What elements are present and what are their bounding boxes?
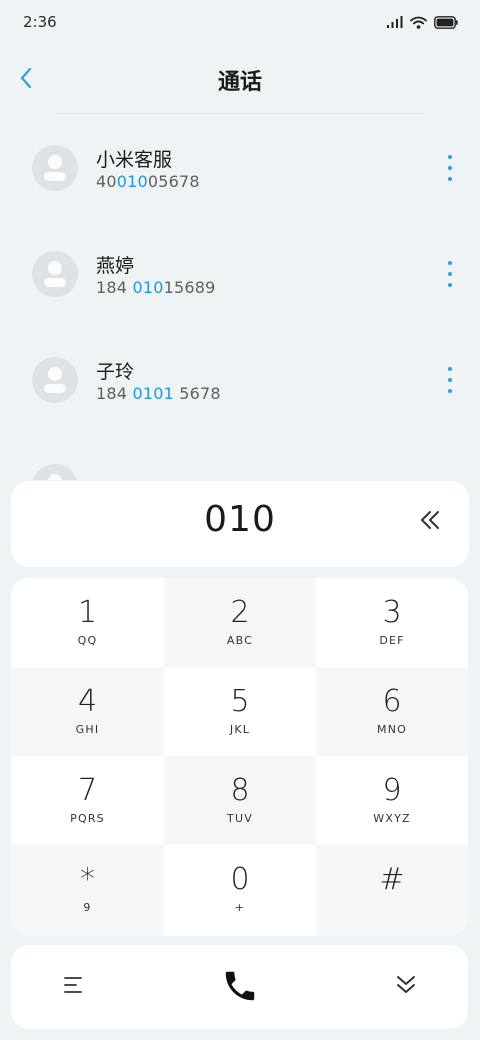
double-chevron-left-icon xyxy=(421,511,439,529)
more-vertical-icon xyxy=(448,261,452,265)
more-options-button[interactable] xyxy=(446,367,454,393)
key-4[interactable]: 4 GHI xyxy=(11,667,164,756)
more-options-button[interactable] xyxy=(446,155,454,181)
key-7[interactable]: 7 PQRS xyxy=(11,756,164,845)
key-letters: WXYZ xyxy=(373,812,411,825)
key-digit: 1 xyxy=(77,595,98,630)
key-letters: DEF xyxy=(379,634,405,647)
key-hash[interactable]: # xyxy=(316,845,468,936)
battery-icon xyxy=(434,15,458,29)
key-letters: JKL xyxy=(229,723,251,736)
phone-icon xyxy=(225,971,255,1001)
key-digit: 2 xyxy=(230,595,250,630)
key-digit: # xyxy=(379,862,405,897)
key-letters: GHI xyxy=(75,723,100,736)
avatar xyxy=(32,464,78,480)
key-2[interactable]: 2 ABC xyxy=(164,578,316,667)
key-letters: PQRS xyxy=(70,812,105,825)
avatar xyxy=(32,145,78,191)
key-star[interactable]: * 9 xyxy=(11,845,164,936)
key-0[interactable]: 0 + xyxy=(164,845,316,936)
contact-row[interactable] xyxy=(0,432,480,480)
collapse-keypad-button[interactable] xyxy=(394,972,418,998)
double-chevron-down-icon xyxy=(397,976,415,993)
contact-row[interactable]: 燕婷 184 01015689 xyxy=(0,220,480,326)
signal-icon xyxy=(387,16,403,28)
key-digit: 4 xyxy=(77,684,98,719)
more-options-button[interactable] xyxy=(446,261,454,287)
status-icons xyxy=(387,15,458,29)
contact-name: 燕婷 xyxy=(96,255,135,277)
avatar xyxy=(32,357,78,403)
key-digit: 5 xyxy=(230,684,250,719)
menu-button[interactable] xyxy=(63,974,85,996)
contact-number: 184 01015689 xyxy=(96,278,216,297)
dialer-action-bar xyxy=(11,945,468,1029)
page-title: 通话 xyxy=(217,70,262,95)
key-5[interactable]: 5 JKL xyxy=(164,667,316,756)
status-bar: 2:36 xyxy=(0,0,480,44)
key-letters: ABC xyxy=(226,634,254,647)
key-9[interactable]: 9 WXYZ xyxy=(316,756,468,845)
key-letters: QQ xyxy=(77,634,98,647)
avatar xyxy=(32,251,78,297)
header: 通话 xyxy=(0,52,480,108)
contact-number: 184 0101 5678 xyxy=(96,384,221,403)
key-digit: 9 xyxy=(382,773,402,808)
more-vertical-icon xyxy=(448,155,452,159)
more-vertical-icon xyxy=(448,367,452,371)
key-letters: MNO xyxy=(377,723,407,736)
contact-number: 4001005678 xyxy=(96,172,200,191)
call-button[interactable] xyxy=(221,967,259,1005)
key-letters: + xyxy=(234,901,246,914)
contact-list[interactable]: 小米客服 4001005678 燕婷 184 01015689 子玲 184 0… xyxy=(0,114,480,480)
key-6[interactable]: 6 MNO xyxy=(316,667,468,756)
dial-keypad: 1 QQ 2 ABC 3 DEF 4 GHI 5 JKL 6 MNO 7 PQRS 8 TUV … xyxy=(11,578,468,936)
menu-icon xyxy=(64,977,82,993)
key-digit: 0 xyxy=(230,862,250,897)
key-8[interactable]: 8 TUV xyxy=(164,756,316,845)
status-time: 2:36 xyxy=(23,13,57,31)
dial-input-card: 010 xyxy=(11,481,469,567)
key-letters: TUV xyxy=(227,812,253,825)
key-letters: 9 xyxy=(83,901,92,914)
contact-row[interactable]: 子玲 184 0101 5678 xyxy=(0,326,480,432)
contact-name: 小米客服 xyxy=(96,149,173,171)
dial-input[interactable]: 010 xyxy=(11,499,469,540)
key-digit: 3 xyxy=(382,595,402,630)
wifi-icon xyxy=(410,16,427,29)
contact-name: 子玲 xyxy=(96,361,135,383)
contact-row[interactable]: 小米客服 4001005678 xyxy=(0,114,480,220)
key-digit: 6 xyxy=(382,684,402,719)
key-3[interactable]: 3 DEF xyxy=(316,578,468,667)
key-1[interactable]: 1 QQ xyxy=(11,578,164,667)
backspace-button[interactable] xyxy=(417,506,445,534)
key-digit: 8 xyxy=(230,773,250,808)
key-digit: 7 xyxy=(77,773,98,808)
key-digit: * xyxy=(80,862,95,897)
